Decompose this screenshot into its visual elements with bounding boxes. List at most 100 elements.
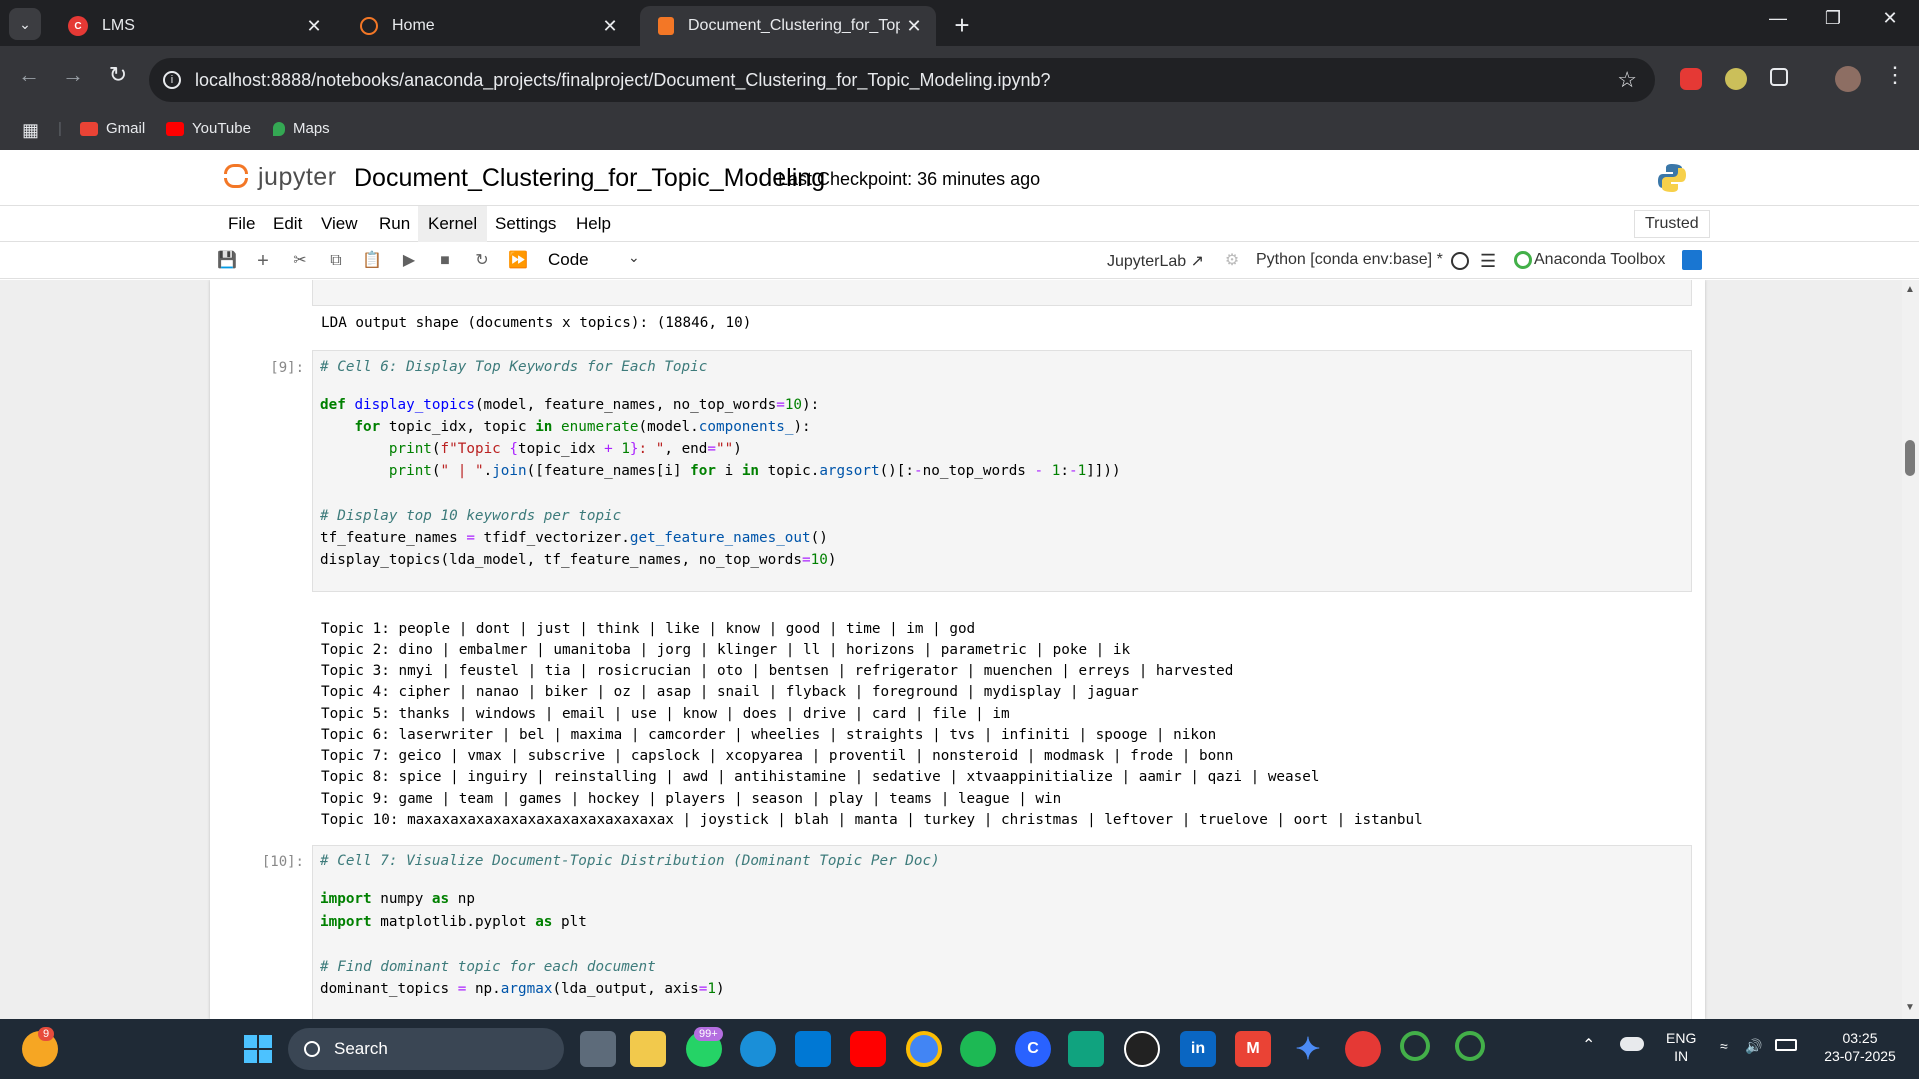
anaconda-toolbox-button[interactable]: Anaconda Toolbox [1514, 251, 1665, 269]
cell-prompt: [10]: [261, 854, 304, 870]
notebook-scrollbar[interactable]: ▲ ▼ [1902, 280, 1919, 1019]
property-inspector-icon[interactable] [1682, 250, 1702, 270]
onedrive-cloud-icon[interactable] [1620, 1037, 1644, 1051]
close-window-icon[interactable]: ✕ [1870, 8, 1910, 29]
menu-run[interactable]: Run [369, 206, 420, 242]
menu-view[interactable]: View [311, 206, 368, 242]
interrupt-icon[interactable]: ■ [433, 249, 457, 273]
battery-icon[interactable] [1775, 1039, 1797, 1051]
tab-search-chevron-icon[interactable]: ⌄ [9, 8, 41, 40]
whatsapp-badge: 99+ [694, 1027, 723, 1041]
topic-output-line: Topic 7: geico | vmax | subscrive | caps… [321, 748, 1234, 764]
run-icon[interactable]: ▶ [397, 249, 421, 273]
forward-arrow-icon[interactable]: → [58, 62, 88, 88]
back-arrow-icon[interactable]: ← [14, 62, 44, 88]
gmail-app-icon[interactable]: M [1235, 1031, 1271, 1067]
code-line: tf_feature_names = tfidf_vectorizer.get_… [320, 530, 828, 546]
scrollbar-thumb[interactable] [1905, 440, 1915, 476]
jupyter-logo[interactable]: jupyter [224, 162, 337, 192]
anaconda-navigator-icon[interactable] [1400, 1031, 1430, 1061]
bookmark-youtube[interactable]: YouTube [166, 120, 251, 137]
vscode-icon[interactable] [795, 1031, 831, 1067]
python-logo-icon [1658, 164, 1686, 192]
code-line: import numpy as np [320, 891, 475, 907]
trusted-indicator[interactable]: Trusted [1634, 210, 1710, 238]
url-text: localhost:8888/notebooks/anaconda_projec… [195, 69, 1051, 90]
jupyterlab-link[interactable]: JupyterLab ↗ [1107, 251, 1204, 271]
language-indicator[interactable]: ENG IN [1666, 1029, 1696, 1065]
volume-icon[interactable]: 🔊 [1745, 1037, 1762, 1055]
bookmark-maps[interactable]: Maps [273, 120, 330, 137]
new-tab-button[interactable]: + [948, 10, 976, 41]
cell-type-select[interactable]: Code [548, 250, 589, 270]
edge-icon[interactable] [740, 1031, 776, 1067]
windows-start-icon[interactable] [240, 1031, 276, 1067]
cut-icon[interactable]: ✂ [288, 249, 312, 273]
menu-settings[interactable]: Settings [485, 206, 566, 242]
close-tab-icon[interactable]: ✕ [900, 16, 928, 37]
tray-overflow-chevron-icon[interactable]: ⌃ [1582, 1037, 1595, 1055]
youtube-app-icon[interactable] [850, 1031, 886, 1067]
paste-icon[interactable]: 📋 [360, 249, 384, 273]
wifi-icon[interactable]: ≈ [1720, 1037, 1728, 1055]
youtube-icon [166, 121, 184, 136]
restart-icon[interactable]: ↻ [470, 249, 494, 273]
code-line: # Display top 10 keywords per topic [320, 508, 622, 524]
browser-menu-icon[interactable]: ⋮ [1880, 62, 1910, 88]
linkedin-icon[interactable]: in [1180, 1031, 1216, 1067]
tab-notebook[interactable]: Document_Clustering_for_Topic_Modeling ✕ [640, 6, 936, 46]
restart-run-all-icon[interactable]: ⏩ [506, 249, 530, 273]
chrome-icon[interactable] [906, 1031, 942, 1067]
address-bar[interactable]: i localhost:8888/notebooks/anaconda_proj… [149, 58, 1655, 102]
topic-output-line: Topic 8: spice | inguiry | reinstalling … [321, 769, 1320, 785]
menu-bar: File Edit View Run Kernel Settings Help … [0, 206, 1919, 242]
search-placeholder: Search [334, 1039, 388, 1058]
anaconda-prompt-icon[interactable] [1455, 1031, 1485, 1061]
profile-avatar[interactable] [1835, 66, 1861, 92]
toolbar-menu-icon[interactable]: ☰ [1480, 251, 1496, 272]
chatgpt-icon[interactable] [1068, 1031, 1104, 1067]
insert-cell-icon[interactable]: + [251, 249, 275, 273]
maps-icon [273, 121, 285, 136]
extensions-puzzle-icon[interactable] [1770, 68, 1788, 86]
spotify-icon[interactable] [960, 1031, 996, 1067]
menu-file[interactable]: File [218, 206, 265, 242]
github-icon[interactable] [1124, 1031, 1160, 1067]
code-line: # Find dominant topic for each document [320, 959, 656, 975]
apps-grid-icon[interactable]: ▦ [22, 120, 39, 141]
close-tab-icon[interactable]: ✕ [300, 16, 328, 37]
menu-edit[interactable]: Edit [263, 206, 312, 242]
scroll-up-icon[interactable]: ▲ [1905, 284, 1915, 295]
close-tab-icon[interactable]: ✕ [596, 16, 624, 37]
chevron-down-icon[interactable]: ⌄ [628, 249, 640, 266]
clock[interactable]: 03:25 23-07-2025 [1815, 1029, 1905, 1065]
gemini-icon[interactable]: ✦ [1290, 1031, 1326, 1067]
menu-kernel[interactable]: Kernel [418, 206, 488, 242]
bookmark-star-icon[interactable]: ☆ [1617, 67, 1637, 93]
restore-icon[interactable]: ❐ [1813, 8, 1853, 29]
extension-shield-icon[interactable] [1680, 68, 1702, 90]
notebook-title[interactable]: Document_Clustering_for_Topic_Modeling [354, 164, 825, 193]
code-line: print(f"Topic {topic_idx + 1}: ", end=""… [388, 441, 742, 457]
tab-lms[interactable]: C LMS ✕ [50, 6, 336, 46]
task-view-icon[interactable] [580, 1031, 616, 1067]
previous-cell-editor[interactable] [312, 280, 1692, 306]
scroll-down-icon[interactable]: ▼ [1905, 1002, 1915, 1013]
tab-home[interactable]: Home ✕ [342, 6, 632, 46]
site-info-icon[interactable]: i [163, 71, 181, 89]
lms-app-icon[interactable] [1345, 1031, 1381, 1067]
jupyterlab-label: JupyterLab [1107, 253, 1187, 270]
kernel-name[interactable]: Python [conda env:base] * [1256, 251, 1443, 269]
copy-icon[interactable]: ⧉ [324, 249, 348, 273]
taskbar-search-box[interactable]: Search [288, 1028, 564, 1070]
c-app-icon[interactable]: C [1015, 1031, 1051, 1067]
reload-icon[interactable]: ↻ [103, 62, 133, 88]
file-explorer-icon[interactable] [630, 1031, 666, 1067]
save-icon[interactable]: 💾 [215, 249, 239, 273]
kernel-settings-gear-icon[interactable]: ⚙ [1220, 249, 1244, 273]
bookmark-gmail[interactable]: Gmail [80, 120, 145, 137]
menu-help[interactable]: Help [566, 206, 621, 242]
code-line: def display_topics(model, feature_names,… [320, 397, 820, 413]
minimize-icon[interactable]: — [1758, 8, 1798, 29]
extension-bulb-icon[interactable] [1725, 68, 1747, 90]
